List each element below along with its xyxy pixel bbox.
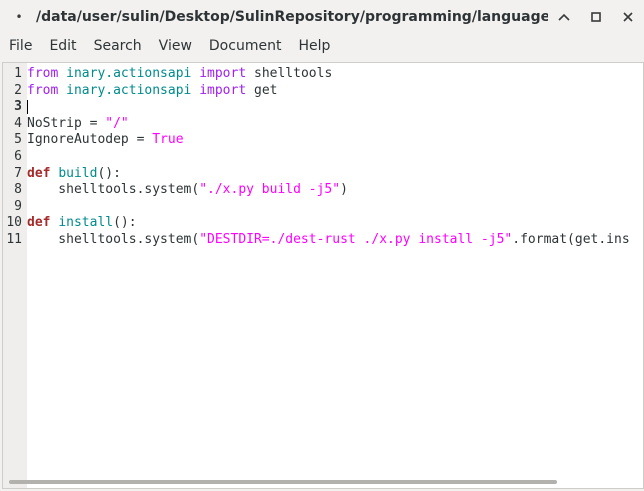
line-number: 3 (14, 99, 22, 115)
code-token: (): (97, 165, 121, 181)
line-number: 6 (14, 148, 22, 164)
code-line[interactable]: 2 from inary.actionsapi import get (3, 83, 643, 100)
line-number: 9 (14, 198, 22, 214)
code-line[interactable]: 8 shelltools.system("./x.py build -j5") (3, 182, 643, 199)
modified-indicator: • (15, 10, 23, 24)
code-text: NoStrip = "/" (27, 116, 129, 133)
code-token: get (246, 82, 278, 98)
code-token: shelltools (246, 66, 333, 81)
code-token: from (27, 82, 59, 98)
code-token: ) (340, 182, 348, 198)
menu-bar: File Edit Search View Document Help (0, 34, 644, 58)
code-token: "DESTDIR=./dest-rust ./x.py install -j5" (199, 231, 513, 247)
maximize-button[interactable] (580, 0, 612, 34)
line-number: 10 (6, 215, 22, 231)
code-token: (): (113, 215, 137, 231)
maximize-icon (591, 12, 601, 22)
code-token: install (58, 215, 114, 231)
menu-help[interactable]: Help (289, 38, 338, 54)
code-token: "./x.py build -j5" (199, 182, 341, 198)
code-text: def install(): (27, 215, 137, 232)
code-token: inary.actionsapi (66, 82, 192, 98)
code-text: from inary.actionsapi import get (27, 83, 277, 100)
code-token: True (152, 132, 184, 148)
code-text: shelltools.system("./x.py build -j5") (27, 182, 348, 199)
code-line[interactable]: 1 from inary.actionsapi import shelltools (3, 66, 643, 83)
window-title: /data/user/sulin/Desktop/SulinRepository… (36, 9, 548, 25)
code-token: def (27, 215, 51, 231)
code-token: build (58, 165, 98, 181)
code-text: from inary.actionsapi import shelltools (27, 66, 332, 83)
code-token: shelltools.system( (27, 231, 200, 247)
title-bar: • /data/user/sulin/Desktop/SulinReposito… (0, 0, 644, 35)
code-line[interactable]: 6 (3, 149, 643, 166)
close-icon (623, 12, 633, 22)
code-token: import (199, 66, 247, 81)
close-button[interactable] (612, 0, 644, 34)
line-number: 4 (14, 115, 22, 131)
code-token: IgnoreAutodep = (27, 132, 153, 148)
line-number: 8 (14, 182, 22, 198)
code-token: shelltools.system( (27, 182, 200, 198)
chevron-up-icon (558, 13, 570, 21)
code-line[interactable]: 10 def install(): (3, 215, 643, 232)
code-text: shelltools.system("DESTDIR=./dest-rust .… (27, 231, 630, 249)
code-token: import (199, 82, 247, 98)
code-line[interactable]: 9 (3, 199, 643, 216)
code-text (27, 99, 28, 116)
menu-document[interactable]: Document (200, 38, 290, 54)
code-line[interactable]: 4 NoStrip = "/" (3, 116, 643, 133)
code-line[interactable]: 7 def build(): (3, 166, 643, 183)
text-cursor (27, 99, 28, 114)
line-number: 11 (6, 231, 22, 247)
line-number: 5 (14, 132, 22, 148)
line-number: 2 (14, 82, 22, 98)
code-area[interactable]: 1 from inary.actionsapi import shelltools… (3, 66, 643, 249)
code-token: def (27, 165, 51, 181)
editor[interactable]: 1 from inary.actionsapi import shelltools… (2, 62, 644, 489)
code-token: from (27, 66, 59, 81)
menu-search[interactable]: Search (85, 38, 150, 54)
code-text: IgnoreAutodep = True (27, 132, 184, 149)
menu-edit[interactable]: Edit (40, 38, 84, 54)
code-token: .format(get.ins (512, 231, 630, 247)
minimize-button[interactable] (548, 0, 580, 34)
code-token: "/" (105, 115, 129, 131)
horizontal-scrollbar[interactable] (9, 480, 557, 484)
line-number: 1 (14, 66, 22, 81)
code-line[interactable]: 3 (3, 99, 643, 116)
code-line[interactable]: 11 shelltools.system("DESTDIR=./dest-rus… (3, 232, 643, 249)
menu-view[interactable]: View (150, 38, 200, 54)
code-text: def build(): (27, 166, 121, 183)
menu-file[interactable]: File (0, 38, 40, 54)
code-token: inary.actionsapi (66, 66, 192, 81)
code-token: NoStrip = (27, 115, 106, 131)
line-number: 7 (14, 165, 22, 181)
code-line[interactable]: 5 IgnoreAutodep = True (3, 132, 643, 149)
